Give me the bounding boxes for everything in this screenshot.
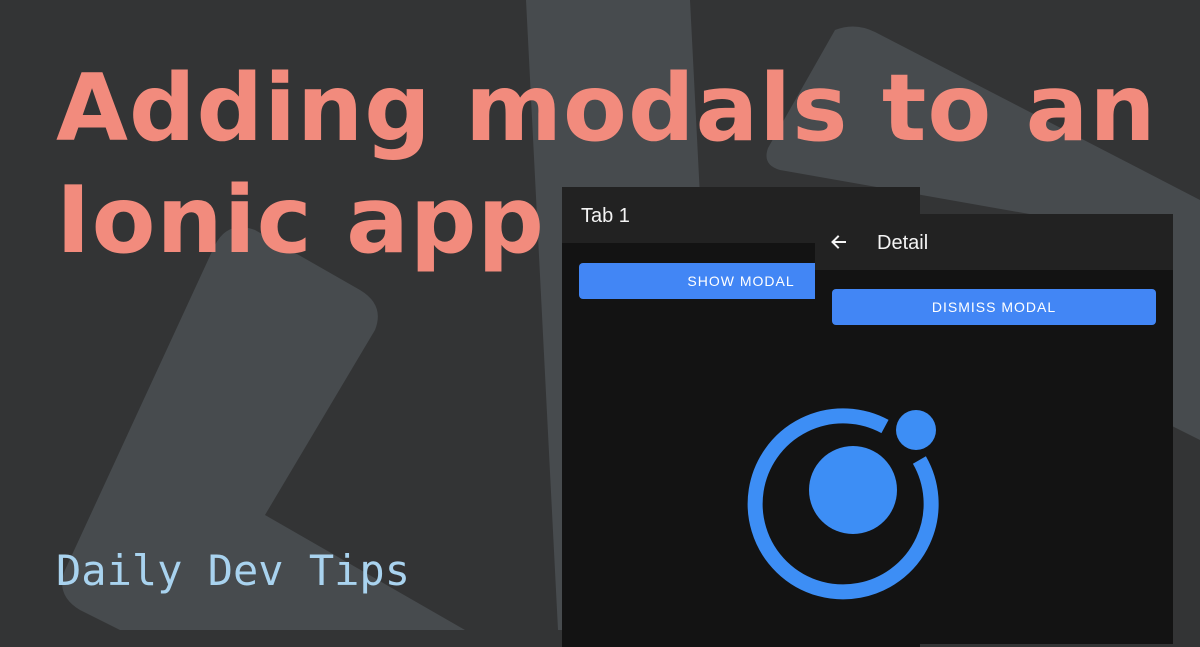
arrow-back-icon[interactable] [825,228,853,256]
dismiss-modal-button[interactable]: DISMISS MODAL [832,289,1156,325]
detail-toolbar: Detail [815,214,1173,270]
ionic-logo-icon [747,408,939,600]
headline-line-2: Ionic app [56,166,545,274]
headline-line-1: Adding modals to an [56,54,1157,162]
tab-toolbar-title: Tab 1 [581,205,630,227]
detail-toolbar-title: Detail [877,232,929,254]
brand-name: Daily Dev Tips [56,546,411,595]
